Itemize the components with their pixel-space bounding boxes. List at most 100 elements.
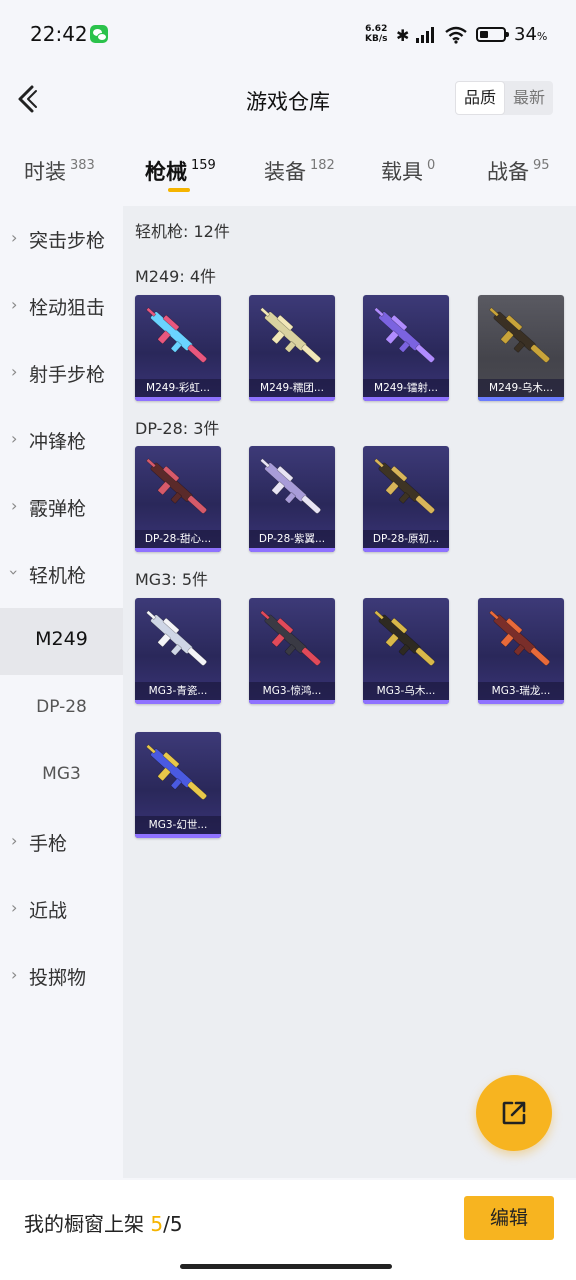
item-card[interactable]: M249-糯团... [249,295,335,401]
tab-firearms[interactable]: 枪械 159 [145,156,216,186]
item-card[interactable]: MG3-惊鸿... [249,598,335,704]
sort-quality-button[interactable]: 品质 [455,81,505,115]
item-name: DP-28-紫翼... [249,530,335,548]
weapon-type-sidebar: › 突击步枪 › 栓动狙击 › 射手步枪 › 冲锋枪 › 霰弹枪 › 轻机枪 M249 DP… [0,206,123,1178]
sidebar-item-smg[interactable]: › 冲锋枪 [0,407,123,474]
item-name: M249-镭射... [363,379,449,397]
quality-bar [478,700,564,704]
quality-bar [135,834,221,838]
weapon-skin-image [145,307,207,363]
item-name: MG3-惊鸿... [249,682,335,700]
quality-bar [363,548,449,552]
item-card[interactable]: MG3-幻世... [135,732,221,838]
sidebar-item-label: 冲锋枪 [29,431,87,453]
tab-supplies[interactable]: 战备 95 [487,156,550,186]
tab-label: 装备 [264,160,306,184]
weapon-skin-image [488,610,550,666]
sidebar-subitem-dp28[interactable]: DP-28 [0,675,123,742]
sidebar-item-label: 轻机枪 [29,565,87,587]
tab-count: 383 [70,158,95,173]
sidebar-subitem-mg3[interactable]: MG3 [0,742,123,809]
sidebar-item-marksman-rifle[interactable]: › 射手步枪 [0,340,123,407]
sort-toggle: 品质 最新 [455,81,553,115]
sidebar-subitem-label: M249 [35,628,88,650]
showcase-total-count: /5 [163,1212,183,1236]
item-grid-area: 轻机枪: 12件 M249: 4件 M249-彩虹... M249-糯团... … [123,206,576,1178]
sidebar-item-lmg[interactable]: › 轻机枪 [0,541,123,608]
sidebar-item-label: 突击步枪 [29,230,106,252]
quality-bar [363,700,449,704]
item-name: MG3-幻世... [135,816,221,834]
item-card[interactable]: DP-28-紫翼... [249,446,335,552]
weapon-skin-image [145,610,207,666]
sidebar-subitem-label: DP-28 [36,697,87,717]
tab-count: 95 [533,158,550,173]
sidebar-item-bolt-sniper[interactable]: › 栓动狙击 [0,273,123,340]
status-bar: 22:42 6.62 KB/s ✱ 34% [0,0,576,66]
tab-label: 战备 [487,160,529,184]
item-card[interactable]: M249-乌木... [478,295,564,401]
battery-unit: % [536,30,548,43]
weapon-skin-image [259,307,321,363]
showcase-status: 我的橱窗上架 5/5 [24,1208,183,1237]
item-name: M249-乌木... [478,379,564,397]
network-speed-unit: KB/s [365,34,388,44]
item-name: MG3-瑞龙... [478,682,564,700]
tab-count: 0 [427,158,436,173]
back-arrow-icon[interactable] [14,82,44,116]
home-indicator [180,1264,392,1269]
sidebar-item-pistol[interactable]: › 手枪 [0,809,123,876]
chevron-right-icon: › [11,362,18,381]
battery-level: 34% [514,24,547,45]
item-card[interactable]: M249-彩虹... [135,295,221,401]
sidebar-subitem-m249[interactable]: M249 [0,608,123,675]
sidebar-item-assault-rifle[interactable]: › 突击步枪 [0,206,123,273]
item-card[interactable]: M249-镭射... [363,295,449,401]
edit-button[interactable]: 编辑 [464,1196,554,1240]
item-name: M249-彩虹... [135,379,221,397]
chevron-right-icon: › [11,831,18,850]
weapon-skin-image [373,458,435,514]
tab-equipment[interactable]: 装备 182 [264,156,335,186]
battery-icon [476,27,509,42]
sidebar-item-throwable[interactable]: › 投掷物 [0,943,123,1010]
item-card[interactable]: MG3-青瓷... [135,598,221,704]
bottom-bar: 我的橱窗上架 5/5 编辑 [0,1180,576,1280]
weapon-skin-image [373,307,435,363]
quality-bar [249,700,335,704]
network-speed-value: 6.62 [365,24,388,34]
item-card[interactable]: DP-28-原初... [363,446,449,552]
sidebar-item-label: 霰弹枪 [29,498,87,520]
category-title: 轻机枪: 12件 [135,222,230,241]
chevron-down-icon: › [4,569,24,576]
header: 游戏仓库 品质 最新 [0,66,576,132]
tab-label: 时装 [24,160,66,184]
chevron-right-icon: › [11,295,18,314]
chevron-right-icon: › [11,496,18,515]
share-button[interactable] [476,1075,552,1151]
weapon-skin-image [145,458,207,514]
quality-bar [135,548,221,552]
item-card[interactable]: DP-28-甜心... [135,446,221,552]
sidebar-subitem-label: MG3 [42,764,81,784]
sidebar-item-label: 栓动狙击 [29,297,106,319]
item-card[interactable]: MG3-乌木... [363,598,449,704]
cellular-signal-icon [416,27,434,43]
tab-fashion[interactable]: 时装 383 [24,156,95,186]
sidebar-item-label: 投掷物 [29,967,87,989]
sidebar-item-shotgun[interactable]: › 霰弹枪 [0,474,123,541]
sort-latest-button[interactable]: 最新 [505,81,553,115]
showcase-current-count: 5 [150,1212,164,1236]
item-name: MG3-乌木... [363,682,449,700]
sidebar-item-melee[interactable]: › 近战 [0,876,123,943]
wechat-notification-icon [90,25,108,43]
bluetooth-icon: ✱ [396,26,410,45]
chevron-right-icon: › [11,898,18,917]
quality-bar [249,548,335,552]
item-card[interactable]: MG3-瑞龙... [478,598,564,704]
item-name: M249-糯团... [249,379,335,397]
tab-vehicles[interactable]: 载具 0 [381,156,435,186]
quality-bar [478,397,564,401]
quality-bar [135,700,221,704]
chevron-right-icon: › [11,429,18,448]
